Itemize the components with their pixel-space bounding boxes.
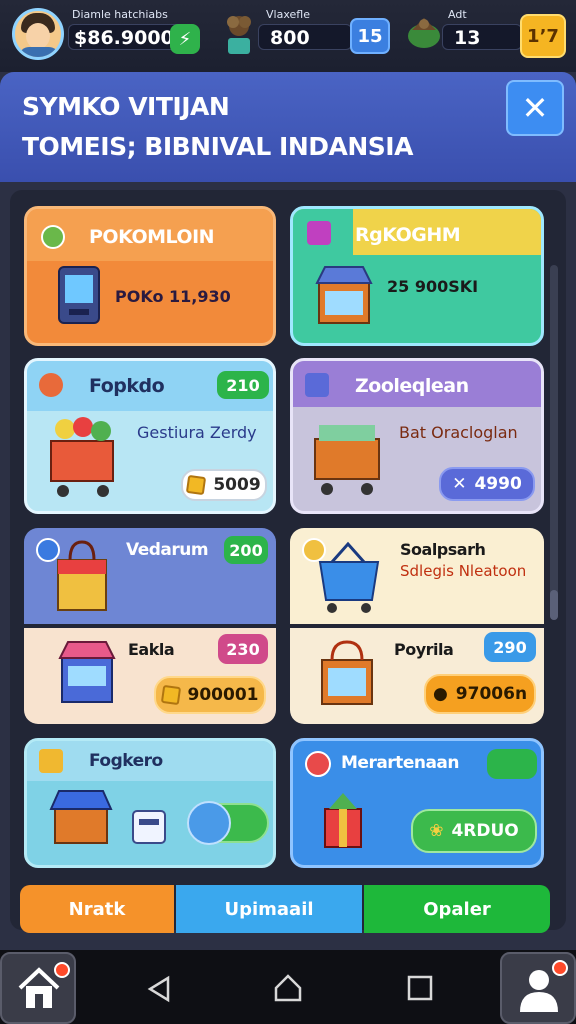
shop-card-soalpsarh[interactable]: Soalpsarh Sdlegis Nleatoon: [290, 528, 544, 624]
shop-card-eakla[interactable]: Eakla 230 900001: [24, 628, 276, 724]
stat3-label: Adt: [448, 8, 467, 21]
price-value: 4990: [474, 474, 522, 494]
box-icon: [305, 373, 329, 397]
shop-card-poyrila[interactable]: Poyrila 290 ● 97006n: [290, 628, 544, 724]
card-title: RgKOGHM: [355, 224, 461, 246]
card-title: Soalpsarh: [400, 540, 486, 559]
card-desc: 25 900SKI: [387, 277, 479, 296]
basket-icon: [318, 541, 380, 613]
card-desc: Gestiura Zerdy: [137, 423, 257, 442]
turtle-icon: [408, 18, 440, 48]
level-badge: 230: [218, 634, 268, 664]
header-title: SYMKO VITIJAN: [22, 92, 230, 121]
shop-card-vedarum[interactable]: Vedarum 200: [24, 528, 276, 624]
shop-card-merartenaan[interactable]: Merartenaan ❀ 4RDUO: [290, 738, 544, 868]
recents-icon[interactable]: [406, 974, 434, 1002]
bottom-button-3[interactable]: Opaler: [364, 885, 550, 933]
card-desc: Sdlegis Nleatoon: [400, 562, 527, 580]
coins-value: $86.9000: [74, 27, 174, 49]
shop-card-rgkoghm[interactable]: RgKOGHM 25 900SKI: [290, 206, 544, 346]
level-badge: 290: [484, 632, 536, 662]
leaf-icon: [41, 225, 65, 249]
buy-button[interactable]: 900001: [154, 676, 266, 714]
close-button[interactable]: ✕: [506, 80, 564, 136]
card-title: Fopkdo: [89, 375, 165, 397]
header-subtitle: TOMEIS; BIBNIVAL INDANSIA: [22, 132, 413, 161]
stat2-label: Vlaxefle: [266, 8, 310, 21]
stat3-badge[interactable]: 1ʼ7: [520, 14, 566, 58]
wallet-icon: [132, 810, 166, 844]
card-title: Poyrila: [394, 640, 454, 659]
stat2-value: 800: [270, 27, 310, 49]
shop-card-pokomloin[interactable]: POKOMLOIN POKo 11,930: [24, 206, 276, 346]
fruit-icon: [39, 373, 63, 397]
top-bar: Diamle hatchiabs $86.9000 ⚡ Vlaxefle 800…: [0, 0, 576, 72]
bottom-button-1[interactable]: Nratk: [20, 885, 174, 933]
stat3-value: 13: [454, 27, 481, 49]
shop-card-fogkero[interactable]: Fogkero: [24, 738, 276, 868]
status-chip: [487, 749, 537, 779]
market-stall-icon: [49, 790, 113, 844]
shopping-bag-icon: [57, 540, 107, 611]
bird-icon: ❀: [429, 821, 444, 841]
profile-button[interactable]: [500, 952, 576, 1024]
coin-icon: [160, 684, 181, 706]
notification-dot: [54, 962, 70, 978]
stat2-badge[interactable]: 15: [350, 18, 390, 54]
box-icon: [39, 749, 63, 773]
price-value: 97006n: [455, 684, 528, 704]
card-title: Zooleqlean: [355, 375, 469, 397]
player-avatar[interactable]: [12, 8, 64, 60]
card-title: Merartenaan: [341, 753, 460, 773]
card-title: Eakla: [128, 640, 175, 659]
level-badge: 210: [217, 371, 269, 399]
coins-icon: ●: [432, 684, 448, 704]
card-title: Fogkero: [89, 751, 163, 771]
home-button[interactable]: [0, 952, 76, 1024]
bottom-button-2[interactable]: Upimaail: [176, 885, 362, 933]
price-value: 5009: [213, 475, 261, 495]
level-badge: 200: [224, 536, 268, 564]
vending-machine-icon: [58, 266, 100, 324]
shop-card-fopkdo[interactable]: Fopkdo 210 Gestiura Zerdy 5009: [24, 358, 276, 514]
home-nav-icon[interactable]: [272, 972, 304, 1004]
card-title: POKOMLOIN: [89, 226, 215, 248]
plant-icon: [227, 16, 251, 54]
card-desc: POKo 11,930: [115, 287, 231, 306]
buy-button[interactable]: ● 97006n: [424, 674, 536, 714]
toggle-switch[interactable]: [187, 801, 269, 845]
buy-button[interactable]: ❀ 4RDUO: [411, 809, 537, 853]
basket-icon: [321, 640, 373, 705]
price-value: 900001: [187, 685, 259, 705]
shop-header: SYMKO VITIJAN TOMEIS; BIBNIVAL INDANSIA: [0, 72, 576, 182]
scrollbar-thumb[interactable]: [550, 590, 558, 620]
notification-dot: [552, 960, 568, 976]
shopping-cart-icon: [50, 417, 114, 497]
badge-icon: [305, 751, 331, 777]
buy-button[interactable]: 5009: [181, 469, 267, 501]
coin-icon: [186, 474, 207, 496]
gift-box-icon: [324, 793, 362, 848]
card-desc: Bat Oracloglan: [399, 423, 518, 442]
tools-icon: ✕: [452, 474, 467, 494]
scrollbar[interactable]: [550, 265, 558, 620]
shop-card-zooleqlean[interactable]: Zooleqlean Bat Oracloglan ✕ 4990: [290, 358, 544, 514]
card-title: Vedarum: [126, 540, 209, 560]
player-name: Diamle hatchiabs: [72, 8, 168, 21]
price-value: 4RDUO: [451, 821, 519, 841]
store-building-icon: [58, 641, 116, 703]
back-icon[interactable]: [144, 974, 174, 1004]
gift-icon: [307, 221, 331, 245]
buy-button[interactable]: ✕ 4990: [439, 467, 535, 501]
add-coins-button[interactable]: ⚡: [170, 24, 200, 54]
shop-stall-icon: [315, 266, 373, 324]
shopping-cart-icon: [314, 425, 380, 495]
